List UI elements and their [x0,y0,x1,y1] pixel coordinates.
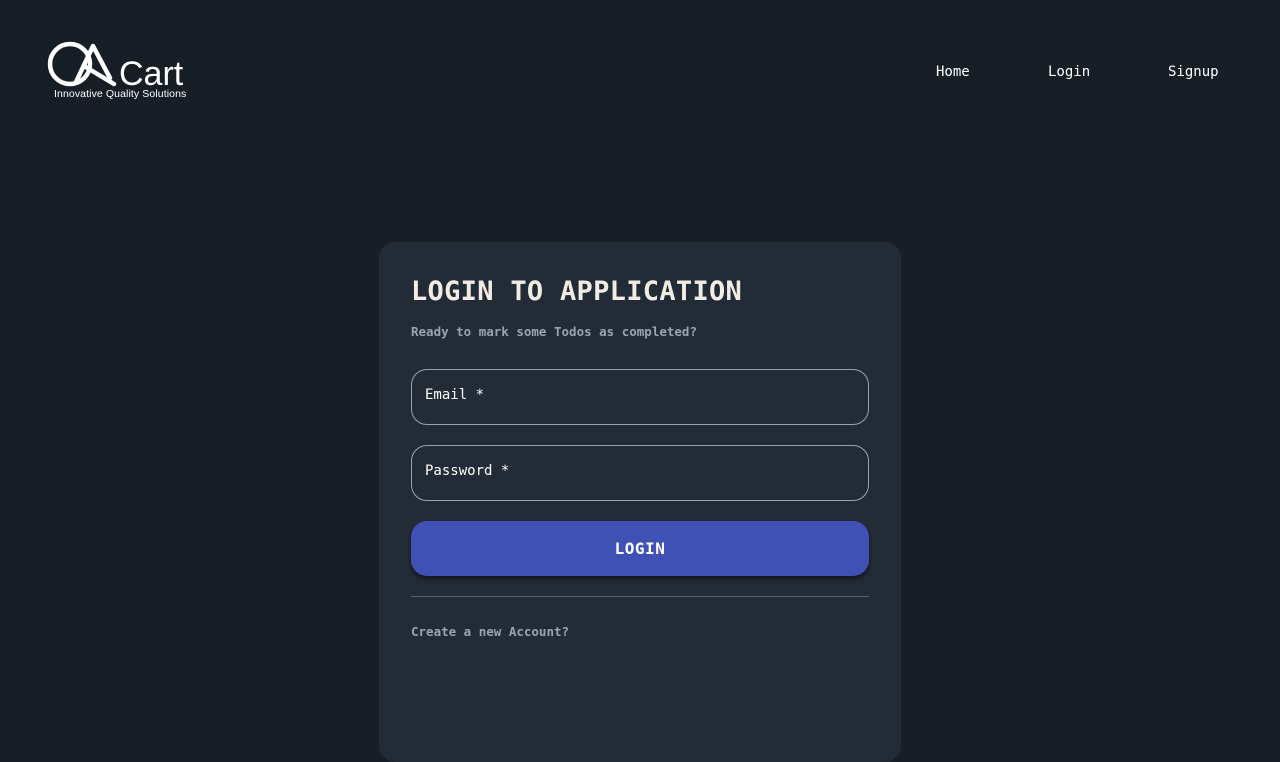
nav-login-link[interactable]: Login [1048,62,1090,82]
login-title: LOGIN TO APPLICATION [411,276,743,307]
email-label: Email * [425,387,485,403]
qacart-logo-mark: Cart [47,41,184,90]
create-account-link[interactable]: Create a new Account? [411,624,569,639]
nav-signup-link[interactable]: Signup [1168,62,1219,82]
svg-text:Cart: Cart [119,55,184,90]
password-field[interactable]: Password * [411,445,869,501]
qacart-logo[interactable]: Cart Innovative Quality Solutions [46,40,196,104]
login-card: LOGIN TO APPLICATION Ready to mark some … [379,242,901,762]
logo-tagline: Innovative Quality Solutions [54,88,187,100]
login-button[interactable]: LOGIN [411,521,869,576]
email-field[interactable]: Email * [411,369,869,425]
login-subtitle: Ready to mark some Todos as completed? [411,324,697,339]
divider [411,596,869,597]
site-header: Cart Innovative Quality Solutions Home L… [0,0,1280,140]
password-label: Password * [425,463,510,479]
nav-home-link[interactable]: Home [936,62,970,82]
